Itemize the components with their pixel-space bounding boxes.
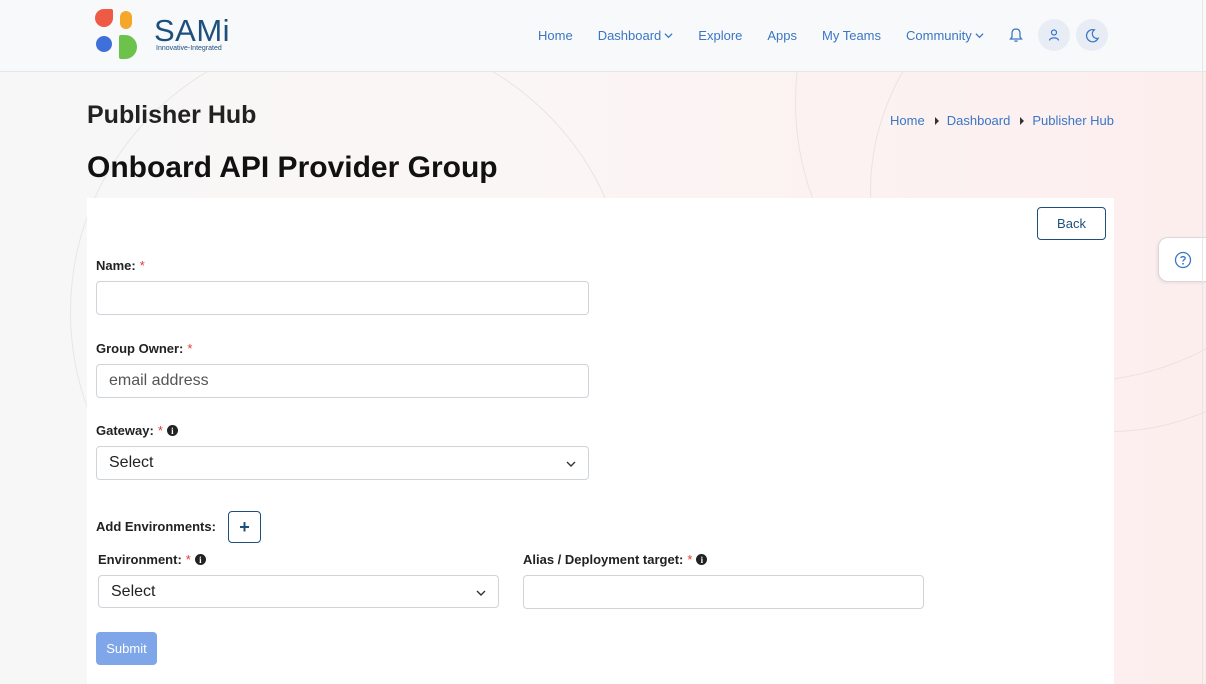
back-button[interactable]: Back xyxy=(1037,207,1106,240)
chevron-down-icon xyxy=(476,590,486,596)
theme-toggle-button[interactable] xyxy=(1076,19,1108,51)
add-environments-label: Add Environments: xyxy=(96,519,216,534)
bell-icon xyxy=(1009,28,1023,42)
caret-right-icon xyxy=(1020,116,1025,125)
environment-select-value: Select xyxy=(111,582,156,600)
name-input[interactable] xyxy=(96,281,589,315)
alias-label-text: Alias / Deployment target: xyxy=(523,552,684,567)
brand-logo[interactable]: SAMi Innovative-Integrated xyxy=(95,9,240,61)
nav-item-my-teams[interactable]: My Teams xyxy=(822,28,881,43)
nav-item-community[interactable]: Community xyxy=(906,28,984,43)
nav-label: Home xyxy=(538,27,573,43)
notifications-button[interactable] xyxy=(1000,19,1032,51)
nav-label: Apps xyxy=(767,27,798,43)
gateway-label: Gateway: * i xyxy=(96,423,178,438)
group-owner-label-text: Group Owner: xyxy=(96,341,184,356)
user-profile-button[interactable] xyxy=(1038,19,1070,51)
nav-item-apps[interactable]: Apps xyxy=(767,28,797,43)
chevron-down-icon xyxy=(664,32,673,38)
help-button[interactable] xyxy=(1158,237,1206,282)
required-mark: * xyxy=(185,552,191,567)
form-card xyxy=(87,198,1114,684)
breadcrumb-dashboard[interactable]: Dashboard xyxy=(947,113,1011,128)
chevron-down-icon xyxy=(975,32,984,38)
caret-right-icon xyxy=(934,116,939,125)
page-title: Publisher Hub xyxy=(87,101,257,129)
brand-name: SAMi xyxy=(154,13,231,48)
breadcrumb-home[interactable]: Home xyxy=(890,113,925,128)
help-icon xyxy=(1174,251,1191,268)
top-header: SAMi Innovative-Integrated Home Dashboar… xyxy=(0,0,1206,72)
breadcrumb-publisher-hub[interactable]: Publisher Hub xyxy=(1032,113,1114,128)
nav-label: Community xyxy=(906,27,972,43)
alias-deployment-target-input[interactable] xyxy=(523,575,924,609)
required-mark: * xyxy=(687,552,693,567)
gateway-select[interactable]: Select xyxy=(96,446,589,480)
gateway-select-value: Select xyxy=(109,454,154,471)
window-edge xyxy=(1202,0,1203,684)
submit-button[interactable]: Submit xyxy=(96,632,157,665)
environment-label: Environment: * i xyxy=(98,552,206,567)
info-icon[interactable]: i xyxy=(166,425,178,436)
logo-shape xyxy=(120,11,132,29)
required-mark: * xyxy=(139,258,145,273)
group-owner-email-input[interactable] xyxy=(96,364,589,398)
main-nav: Home Dashboard Explore Apps My Teams Com… xyxy=(538,0,1009,70)
plus-icon: + xyxy=(239,516,250,537)
group-owner-label: Group Owner: * xyxy=(96,341,192,356)
info-icon[interactable]: i xyxy=(194,554,206,565)
add-environment-button[interactable]: + xyxy=(228,511,261,543)
required-mark: * xyxy=(157,423,163,438)
moon-icon xyxy=(1085,28,1099,42)
alias-label: Alias / Deployment target: * i xyxy=(523,552,708,567)
user-icon xyxy=(1048,29,1060,41)
environment-label-text: Environment: xyxy=(98,552,182,567)
brand-tagline: Innovative-Integrated xyxy=(156,45,222,52)
name-label: Name: * xyxy=(96,258,145,273)
logo-shape xyxy=(95,9,113,27)
nav-label: My Teams xyxy=(822,27,882,43)
name-label-text: Name: xyxy=(96,258,136,273)
logo-shape xyxy=(119,35,137,59)
nav-item-dashboard[interactable]: Dashboard xyxy=(598,28,674,43)
required-mark: * xyxy=(187,341,193,356)
chevron-down-icon xyxy=(566,461,576,467)
info-icon[interactable]: i xyxy=(696,554,708,565)
breadcrumb: Home Dashboard Publisher Hub xyxy=(890,113,1114,128)
nav-item-home[interactable]: Home xyxy=(538,28,573,43)
logo-shape xyxy=(96,36,112,52)
form-title: Onboard API Provider Group xyxy=(87,151,498,184)
environment-select[interactable]: Select xyxy=(98,575,499,608)
gateway-label-text: Gateway: xyxy=(96,423,154,438)
nav-label: Explore xyxy=(698,27,743,43)
nav-item-explore[interactable]: Explore xyxy=(698,28,742,43)
nav-label: Dashboard xyxy=(597,27,662,43)
